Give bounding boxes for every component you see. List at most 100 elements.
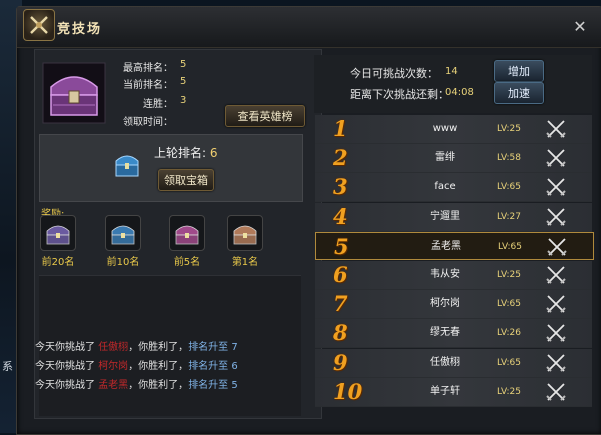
stat-label: 当前排名：	[123, 80, 173, 91]
challenges-value: 14	[445, 66, 458, 77]
player-level: LV:26	[497, 328, 521, 339]
log-opponent: 任傲栩	[98, 342, 129, 353]
log-result: ，你胜利了，	[128, 361, 189, 372]
reward-name: 前10名	[106, 257, 140, 268]
rank-number: 7	[333, 291, 348, 317]
player-name: 宁遛里	[430, 210, 460, 222]
reward-item[interactable]: 前20名	[36, 215, 80, 268]
challenge-swords-icon[interactable]	[545, 177, 567, 197]
challenge-swords-icon[interactable]	[545, 207, 567, 227]
player-name: 任傲栩	[430, 356, 460, 368]
challenge-swords-icon[interactable]	[545, 265, 567, 285]
challenge-swords-icon[interactable]	[546, 237, 568, 257]
rank-number: 10	[333, 378, 363, 404]
ranking-row[interactable]: 10 单子轩 LV:25	[315, 377, 592, 407]
ranking-row[interactable]: 3 face LV:65	[315, 173, 592, 203]
next-challenge-timer: 04:08	[445, 87, 474, 98]
ranking-row[interactable]: 2 雷绯 LV:58	[315, 144, 592, 174]
stat-label: 领取时间：	[123, 117, 173, 128]
speed-up-button[interactable]: 加速	[494, 82, 544, 104]
player-level: LV:65	[497, 299, 521, 310]
add-challenges-button[interactable]: 增加	[494, 60, 544, 82]
challenge-swords-icon[interactable]	[545, 148, 567, 168]
rank-number: 8	[333, 320, 348, 346]
last-round-value: 6	[209, 146, 218, 160]
log-prefix: 今天你挑战了	[35, 380, 95, 391]
hero-board-button[interactable]: 查看英雄榜	[225, 105, 305, 127]
log-rank-value: 7	[231, 342, 238, 353]
treasure-chest-icon	[41, 61, 107, 125]
ranking-row[interactable]: 7 柯尔岗 LV:65	[315, 290, 592, 320]
player-name: 孟老黑	[431, 240, 461, 252]
log-opponent: 孟老黑	[98, 380, 129, 391]
arena-window: 竞技场 ✕ 最高排名： 5 当前排名： 5 连胜： 3 领取时间： 查看英雄榜 上轮排名: …	[16, 6, 601, 435]
stat-label: 最高排名：	[123, 63, 173, 74]
log-rank-text: 排名升至	[188, 380, 229, 391]
ranking-row[interactable]: 1 www LV:25	[315, 115, 592, 144]
battle-log-entry: 今天你挑战了 柯尔岗，你胜利了，排名升至 6	[35, 357, 238, 372]
player-level: LV:25	[497, 270, 521, 280]
battle-log-entry: 今天你挑战了 任傲栩，你胜利了，排名升至 7	[35, 338, 238, 353]
log-result: ，你胜利了，	[128, 342, 189, 353]
reward-chest-icon	[169, 215, 205, 251]
player-level: LV:65	[497, 182, 521, 193]
battle-log-entry: 今天你挑战了 孟老黑，你胜利了，排名升至 5	[35, 376, 238, 391]
challenge-info-panel	[314, 55, 592, 113]
player-name: 雷绯	[435, 152, 455, 164]
stat-value: 5	[180, 76, 187, 87]
rank-number: 2	[333, 145, 348, 171]
log-opponent: 柯尔岗	[98, 361, 129, 372]
log-prefix: 今天你挑战了	[35, 342, 95, 353]
reward-item[interactable]: 前5名	[165, 215, 209, 268]
ranking-row[interactable]: 6 韦从安 LV:25	[315, 261, 592, 290]
log-prefix: 今天你挑战了	[35, 361, 95, 372]
player-name: 韦从安	[430, 269, 460, 280]
rank-number: 3	[333, 174, 348, 200]
log-rank-value: 5	[231, 380, 238, 391]
stat-value: 3	[180, 95, 187, 106]
small-chest-icon	[114, 149, 140, 183]
stat-label: 连胜：	[143, 99, 173, 110]
player-name: 柯尔岗	[430, 298, 460, 310]
reward-item[interactable]: 前10名	[101, 215, 145, 268]
claim-chest-button[interactable]: 领取宝箱	[158, 169, 214, 191]
player-name: 缪无春	[430, 327, 460, 339]
side-text: 系	[2, 360, 13, 373]
reward-item[interactable]: 第1名	[223, 215, 267, 268]
ranking-row[interactable]: 4 宁遛里 LV:27	[315, 202, 592, 232]
ranking-row[interactable]: 9 任傲栩 LV:65	[315, 348, 592, 378]
log-rank-value: 6	[231, 361, 238, 372]
last-round-label: 上轮排名:	[154, 146, 207, 160]
titlebar: 竞技场 ✕	[17, 7, 601, 48]
player-name: 单子轩	[430, 385, 460, 397]
rank-number: 1	[333, 116, 348, 141]
reward-name: 前20名	[41, 257, 75, 268]
player-name: face	[434, 181, 456, 193]
rank-number: 6	[333, 262, 348, 287]
last-round-rank: 上轮排名: 6	[154, 144, 218, 161]
challenge-swords-icon[interactable]	[545, 382, 567, 402]
reward-chest-icon	[105, 215, 141, 251]
ranking-list: 1 www LV:25 2 雷绯 LV:58 3 face LV:65 4 宁遛里 LV:27 5 孟老黑…	[315, 115, 594, 415]
challenge-swords-icon[interactable]	[545, 323, 567, 343]
rank-number: 4	[333, 203, 348, 229]
crossed-swords-icon	[23, 9, 55, 41]
reward-name: 第1名	[231, 257, 259, 268]
log-rank-text: 排名升至	[188, 342, 229, 353]
challenge-swords-icon[interactable]	[545, 119, 567, 139]
log-rank-text: 排名升至	[188, 361, 229, 372]
next-challenge-label: 距离下次挑战还剩：	[350, 88, 449, 101]
ranking-row[interactable]: 8 缪无春 LV:26	[315, 319, 592, 349]
rank-number: 9	[333, 349, 348, 375]
player-level: LV:25	[497, 386, 521, 397]
rank-number: 5	[334, 233, 349, 259]
challenge-swords-icon[interactable]	[545, 353, 567, 373]
challenges-label: 今日可挑战次数：	[350, 67, 438, 80]
player-level: LV:27	[497, 211, 521, 222]
player-level: LV:25	[497, 124, 521, 134]
close-button[interactable]: ✕	[572, 19, 588, 35]
ranking-row[interactable]: 5 孟老黑 LV:65	[315, 231, 594, 260]
player-level: LV:65	[497, 357, 521, 368]
challenge-swords-icon[interactable]	[545, 294, 567, 314]
player-level: LV:58	[497, 153, 521, 164]
